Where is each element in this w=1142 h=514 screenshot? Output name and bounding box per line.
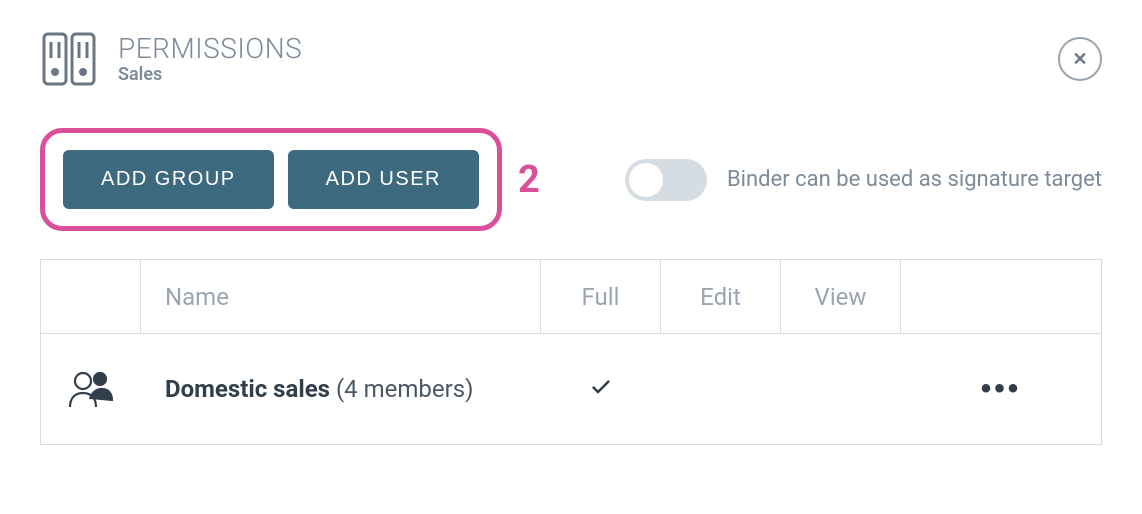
group-name-text: Domestic sales bbox=[165, 375, 330, 403]
signature-toggle[interactable] bbox=[625, 159, 707, 201]
row-actions-cell: ••• bbox=[901, 334, 1101, 444]
header-titles: PERMISSIONS Sales bbox=[118, 34, 302, 85]
column-name: Name bbox=[141, 260, 541, 333]
row-view-cell[interactable] bbox=[781, 334, 901, 444]
group-members-text: (4 members) bbox=[336, 375, 474, 403]
close-icon: ✕ bbox=[1072, 49, 1087, 70]
signature-toggle-label: Binder can be used as signature target bbox=[727, 166, 1102, 194]
highlight-annotation: ADD GROUP ADD USER bbox=[40, 128, 502, 231]
actions-row: ADD GROUP ADD USER 2 Binder can be used … bbox=[40, 128, 1102, 231]
add-group-button[interactable]: ADD GROUP bbox=[63, 150, 274, 209]
toggle-knob bbox=[629, 163, 663, 197]
group-icon bbox=[68, 369, 114, 409]
close-button[interactable]: ✕ bbox=[1058, 37, 1102, 81]
column-actions bbox=[901, 260, 1101, 333]
page-subtitle: Sales bbox=[118, 65, 302, 85]
more-actions-button[interactable]: ••• bbox=[981, 372, 1022, 406]
add-user-button[interactable]: ADD USER bbox=[288, 150, 479, 209]
column-name-label: Name bbox=[165, 283, 229, 311]
page-header: PERMISSIONS Sales ✕ bbox=[40, 30, 1102, 88]
check-icon bbox=[589, 374, 613, 404]
header-left: PERMISSIONS Sales bbox=[40, 30, 302, 88]
table-header: Name Full Edit View bbox=[41, 260, 1101, 334]
ellipsis-icon: ••• bbox=[981, 372, 1022, 405]
column-icon bbox=[41, 260, 141, 333]
column-edit: Edit bbox=[661, 260, 781, 333]
step-marker: 2 bbox=[518, 158, 540, 202]
page-title: PERMISSIONS bbox=[118, 34, 302, 65]
column-full-label: Full bbox=[582, 283, 620, 311]
row-edit-cell[interactable] bbox=[661, 334, 781, 444]
binder-icon bbox=[40, 30, 98, 88]
column-edit-label: Edit bbox=[700, 283, 741, 311]
permissions-table: Name Full Edit View Domestic sales (4 bbox=[40, 259, 1102, 445]
signature-toggle-group: Binder can be used as signature target bbox=[625, 159, 1102, 201]
row-full-cell[interactable] bbox=[541, 334, 661, 444]
table-row: Domestic sales (4 members) ••• bbox=[41, 334, 1101, 444]
column-view-label: View bbox=[815, 283, 867, 311]
column-view: View bbox=[781, 260, 901, 333]
row-icon-cell bbox=[41, 334, 141, 444]
row-name-cell: Domestic sales (4 members) bbox=[141, 334, 541, 444]
group-name: Domestic sales (4 members) bbox=[165, 375, 474, 403]
column-full: Full bbox=[541, 260, 661, 333]
